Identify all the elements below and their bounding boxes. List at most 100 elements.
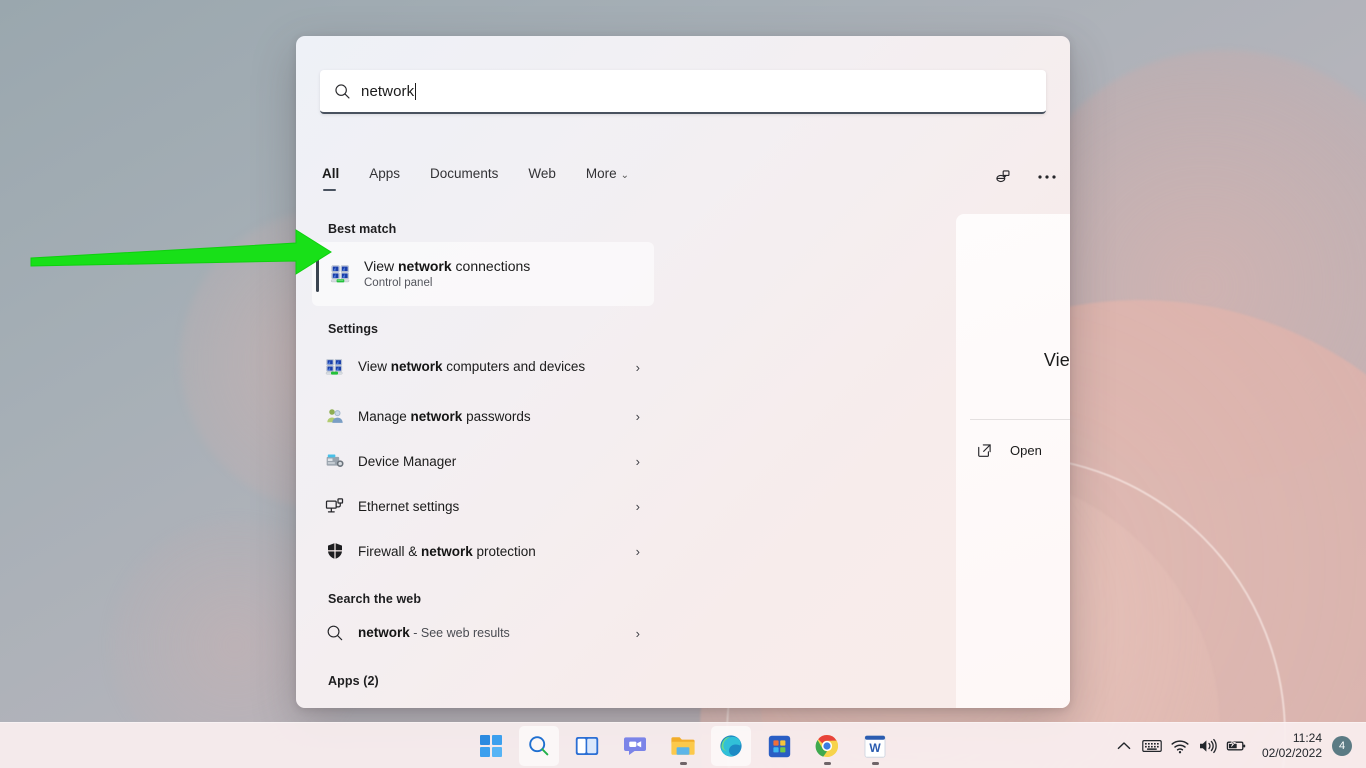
file-explorer-button[interactable]	[663, 726, 703, 766]
chevron-right-icon: ›	[636, 626, 646, 641]
running-indicator	[872, 762, 879, 765]
result-title: Device Manager	[358, 453, 636, 470]
search-button[interactable]	[519, 726, 559, 766]
keyboard-icon[interactable]	[1138, 728, 1166, 764]
result-text: network - See web results	[358, 624, 636, 642]
chevron-right-icon: ›	[636, 360, 646, 375]
chevron-right-icon: ›	[636, 454, 646, 469]
result-firewall-network-protection[interactable]: Firewall & network protection ›	[312, 529, 654, 573]
tab-label: All	[322, 166, 339, 181]
result-title: Manage network passwords	[358, 408, 636, 425]
open-button[interactable]: Open	[966, 432, 1070, 468]
desktop: network All Apps Documents Web More ⌄	[0, 0, 1366, 768]
system-tray: 11:24 02/02/2022 4	[1110, 723, 1358, 768]
section-header-settings: Settings	[312, 306, 654, 340]
result-title: Ethernet settings	[358, 498, 636, 515]
device-manager-icon	[324, 450, 346, 472]
result-manage-network-passwords[interactable]: Manage network passwords ›	[312, 394, 654, 438]
edge-button[interactable]	[711, 726, 751, 766]
result-device-manager[interactable]: Device Manager ›	[312, 439, 654, 483]
tab-documents[interactable]: Documents	[430, 164, 498, 191]
result-web-search-network[interactable]: network - See web results ›	[312, 611, 654, 655]
title-pre: View	[364, 258, 398, 274]
tray-date: 02/02/2022	[1262, 746, 1322, 761]
search-input[interactable]: network	[320, 70, 1046, 114]
search-preview-pane: View network connections Control panel O…	[956, 214, 1070, 708]
search-filter-tabs: All Apps Documents Web More ⌄	[322, 164, 1044, 200]
tab-all[interactable]: All	[322, 164, 339, 191]
title-post: - See web results	[410, 626, 510, 640]
ethernet-icon	[324, 495, 346, 517]
result-title: View network computers and devices	[358, 358, 636, 376]
title-pre: Ethernet settings	[358, 499, 459, 514]
result-title: View network connections	[364, 258, 646, 275]
text-caret	[415, 83, 416, 100]
result-text: Ethernet settings	[358, 498, 636, 515]
result-title: network - See web results	[358, 624, 636, 642]
title-pre: Firewall &	[358, 544, 421, 559]
title-match: network	[421, 544, 473, 559]
open-label: Open	[1010, 443, 1042, 458]
title-post: protection	[473, 544, 536, 559]
clock-and-date[interactable]: 11:24 02/02/2022	[1262, 731, 1322, 761]
chevron-right-icon: ›	[636, 499, 646, 514]
tab-label: Documents	[430, 166, 498, 181]
credential-manager-icon	[324, 405, 346, 427]
wifi-icon[interactable]	[1166, 728, 1194, 764]
chat-button[interactable]	[615, 726, 655, 766]
result-subtitle: Control panel	[364, 276, 646, 291]
title-post: connections	[452, 258, 531, 274]
running-indicator	[680, 762, 687, 765]
show-hidden-icons-button[interactable]	[1110, 728, 1138, 764]
search-icon	[324, 622, 346, 644]
ellipsis-icon[interactable]	[1034, 164, 1060, 190]
tab-apps[interactable]: Apps	[369, 164, 400, 191]
tab-more[interactable]: More ⌄	[586, 164, 629, 191]
result-view-network-computers-and-devices[interactable]: View network computers and devices ›	[312, 341, 654, 393]
result-title: Firewall & network protection	[358, 543, 636, 560]
result-text: Manage network passwords	[358, 408, 636, 425]
tab-label: Web	[528, 166, 556, 181]
chevron-right-icon: ›	[636, 409, 646, 424]
chrome-button[interactable]	[807, 726, 847, 766]
tab-web[interactable]: Web	[528, 164, 556, 191]
title-post: passwords	[462, 409, 530, 424]
network-connections-icon	[324, 356, 346, 378]
preview-subtitle: Control panel	[956, 378, 1070, 392]
title-pre: Device Manager	[358, 454, 456, 469]
shield-icon	[324, 540, 346, 562]
chevron-down-icon: ⌄	[621, 170, 629, 181]
result-best-match-view-network-connections[interactable]: View network connections Control panel	[312, 242, 654, 306]
feedback-icon[interactable]	[990, 164, 1016, 190]
result-text: Firewall & network protection	[358, 543, 636, 560]
annotation-arrow	[28, 222, 334, 288]
preview-title: View network connections	[956, 350, 1070, 371]
tray-time: 11:24	[1293, 731, 1322, 746]
title-pre: View	[358, 359, 391, 374]
start-button[interactable]	[471, 726, 511, 766]
section-header-apps: Apps (2)	[312, 656, 654, 692]
windows-search-flyout: network All Apps Documents Web More ⌄	[296, 36, 1070, 708]
tab-label: Apps	[369, 166, 400, 181]
title-match: network	[411, 409, 463, 424]
task-view-button[interactable]	[567, 726, 607, 766]
notification-badge[interactable]: 4	[1332, 736, 1352, 756]
section-header-search-the-web: Search the web	[312, 574, 654, 610]
title-match: network	[391, 359, 443, 374]
title-pre: Manage	[358, 409, 411, 424]
network-connections-icon	[330, 263, 352, 285]
volume-icon[interactable]	[1194, 728, 1222, 764]
search-toolbar-right	[990, 164, 1060, 190]
divider	[970, 419, 1070, 420]
chevron-right-icon: ›	[636, 544, 646, 559]
title-post: computers and devices	[443, 359, 586, 374]
word-button[interactable]: W	[855, 726, 895, 766]
tab-label: More	[586, 166, 617, 181]
result-text: Device Manager	[358, 453, 636, 470]
search-input-value: network	[361, 83, 416, 100]
search-results-list: Best match	[312, 214, 654, 700]
battery-charging-icon[interactable]	[1222, 728, 1250, 764]
running-indicator	[824, 762, 831, 765]
result-ethernet-settings[interactable]: Ethernet settings ›	[312, 484, 654, 528]
microsoft-store-button[interactable]	[759, 726, 799, 766]
